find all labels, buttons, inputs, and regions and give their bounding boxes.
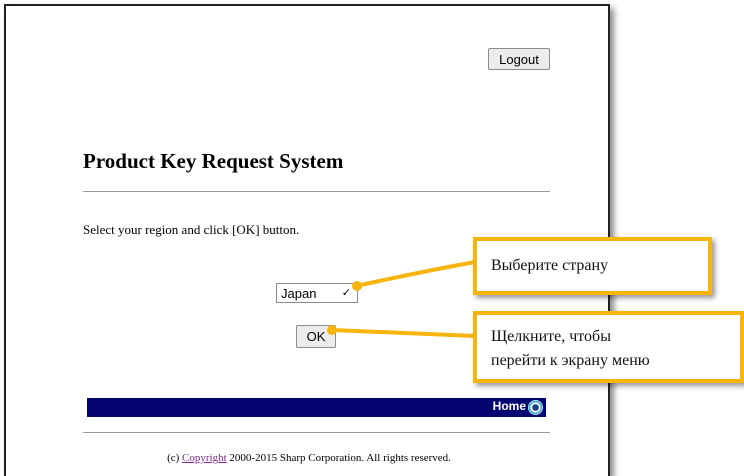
callout-ok-menu-line2: перейти к экрану меню xyxy=(491,352,650,369)
connector-line-select xyxy=(355,260,476,288)
callout-ok-menu: Щелкните, чтобы перейти к экрану меню xyxy=(473,311,744,383)
callout-select-country-text: Выберите страну xyxy=(491,257,609,274)
connector-dot-select xyxy=(352,281,362,291)
callout-select-country: Выберите страну xyxy=(473,237,712,295)
callout-ok-menu-line1: Щелкните, чтобы xyxy=(491,328,611,345)
connector-line-ok xyxy=(331,328,476,338)
connector-dot-ok xyxy=(327,325,337,335)
